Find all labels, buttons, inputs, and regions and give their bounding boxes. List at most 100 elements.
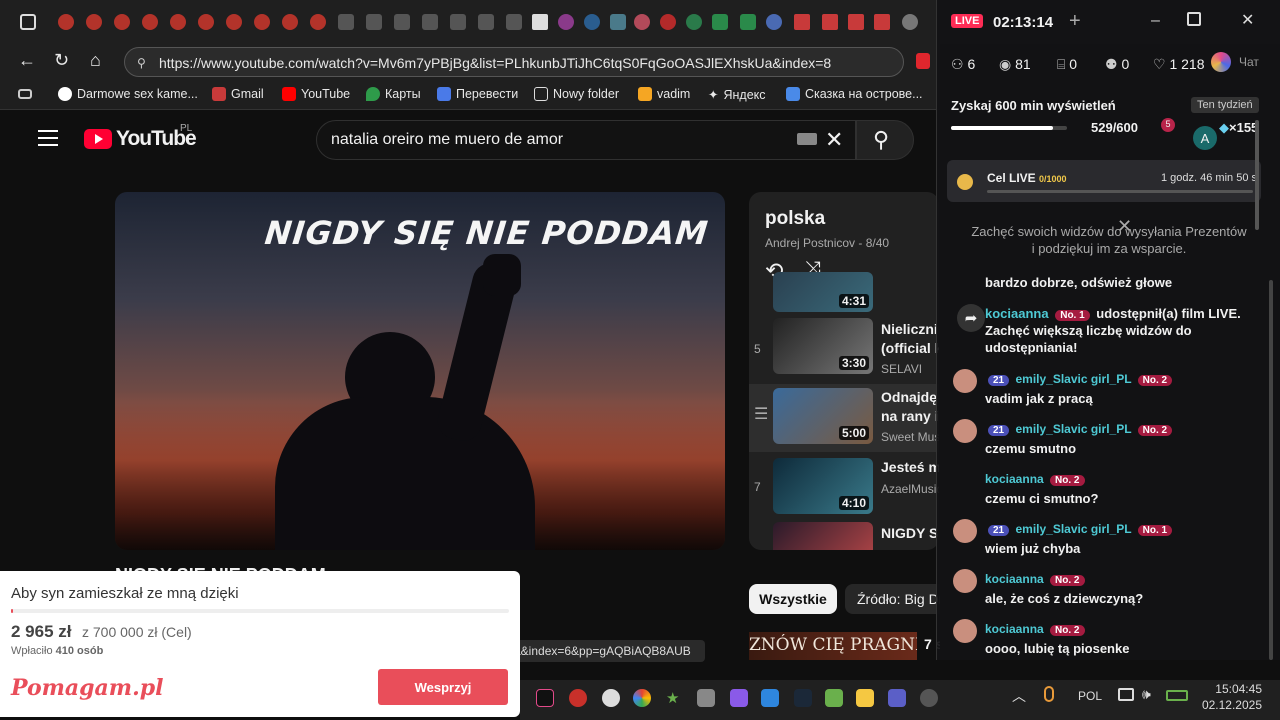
bookmark-item[interactable]: Gmail	[212, 87, 264, 101]
microphone-icon[interactable]	[1044, 686, 1054, 702]
tab-favicon-icon[interactable]	[170, 14, 186, 30]
tab-actions-icon[interactable]	[20, 14, 36, 30]
bookmark-item[interactable]: YouTube	[282, 87, 350, 101]
chrome-icon[interactable]	[633, 689, 651, 707]
app-icon[interactable]	[920, 689, 938, 707]
tab-hd-icon[interactable]	[338, 14, 354, 30]
extension-icon[interactable]	[916, 53, 930, 69]
battery-icon[interactable]	[1166, 690, 1188, 701]
chip-all[interactable]: Wszystkie	[749, 584, 837, 614]
recommended-thumbnail[interactable]: ZNÓW CIĘ PRAGNIE	[749, 632, 917, 660]
tab-pinterest-icon[interactable]	[634, 14, 650, 30]
playlist-item-current[interactable]: ☰ 5:00 Odnajdę Cię na rany i hymn Sweet …	[749, 384, 939, 452]
tab-hd-icon[interactable]	[506, 14, 522, 30]
app-icon[interactable]	[697, 689, 715, 707]
tab-favicon-icon[interactable]	[58, 14, 74, 30]
tab-steam-icon[interactable]	[584, 14, 600, 30]
tab-info-icon[interactable]	[902, 14, 918, 30]
bookmark-item[interactable]: Сказка на острове...	[786, 87, 923, 101]
tab-clapper-icon[interactable]	[532, 14, 548, 30]
playlist-item[interactable]: 5 3:30 Nieliczni [Kr (official klip) 202…	[749, 316, 939, 384]
menu-icon[interactable]	[38, 130, 58, 146]
tab-l-icon[interactable]	[712, 14, 728, 30]
tab-hd-icon[interactable]	[478, 14, 494, 30]
tab-hd-icon[interactable]	[450, 14, 466, 30]
app-icon[interactable]	[825, 689, 843, 707]
tab-favicon-icon[interactable]	[282, 14, 298, 30]
tiktok-icon[interactable]	[536, 689, 554, 707]
avatar[interactable]	[953, 619, 977, 643]
bookmark-item[interactable]: Darmowe sex kame...	[58, 87, 198, 101]
teams-icon[interactable]	[888, 689, 906, 707]
avatar[interactable]	[953, 419, 977, 443]
clear-search-icon[interactable]: ✕	[825, 127, 843, 153]
video-player[interactable]: NIGDY SIĘ NIE PODDAM	[115, 192, 725, 550]
playlist-title[interactable]: polska	[765, 208, 825, 230]
volume-icon[interactable]: 🕪	[1142, 686, 1151, 703]
tab-favicon-icon[interactable]	[310, 14, 326, 30]
star-app-icon[interactable]: ★	[666, 689, 684, 707]
tab-favicon-icon[interactable]	[558, 14, 574, 30]
avatar[interactable]	[953, 519, 977, 543]
tab-favicon-icon[interactable]	[114, 14, 130, 30]
tab-favicon-icon[interactable]	[610, 14, 626, 30]
tab-favicon-icon[interactable]	[86, 14, 102, 30]
youtube-logo-icon[interactable]	[84, 129, 112, 149]
avatar[interactable]	[953, 369, 977, 393]
support-button[interactable]: Wesprzyj	[378, 669, 508, 705]
tab-hd-icon[interactable]	[366, 14, 382, 30]
keyboard-icon[interactable]	[797, 133, 817, 145]
bookmark-item[interactable]: ✦ Яндекс	[708, 87, 766, 103]
monitor-icon[interactable]	[1118, 688, 1134, 701]
bookmarks-toggle-icon[interactable]	[18, 89, 32, 99]
photos-icon[interactable]	[761, 689, 779, 707]
tab-gmail-icon[interactable]	[794, 14, 810, 30]
clock-date[interactable]: 02.12.2025	[1200, 698, 1262, 712]
bookmark-item[interactable]: Карты	[366, 87, 421, 101]
site-info-icon[interactable]: ⚲	[137, 56, 146, 70]
steam-icon[interactable]	[794, 689, 812, 707]
bookmark-item[interactable]: Перевести	[437, 87, 518, 101]
tab-favicon-icon[interactable]	[254, 14, 270, 30]
bookmark-item[interactable]: vadim	[638, 87, 690, 101]
scrollbar[interactable]	[1255, 120, 1259, 230]
tab-hd-icon[interactable]	[394, 14, 410, 30]
chat-scrollbar[interactable]	[1269, 280, 1273, 660]
minimize-icon[interactable]: –	[1151, 12, 1160, 30]
app-icon[interactable]	[569, 689, 587, 707]
chip-source[interactable]: Źródło: Big Dragon	[845, 584, 940, 614]
tab-favicon-icon[interactable]	[198, 14, 214, 30]
tab-favicon-icon[interactable]	[226, 14, 242, 30]
popout-icon[interactable]	[1187, 12, 1201, 26]
language-indicator[interactable]: POL	[1078, 689, 1102, 703]
add-icon[interactable]: +	[1069, 10, 1081, 33]
reload-icon[interactable]: ↻	[54, 50, 69, 71]
tab-favicon-icon[interactable]	[660, 14, 676, 30]
tab-l-icon[interactable]	[740, 14, 756, 30]
drag-handle-icon[interactable]: ☰	[754, 404, 768, 424]
home-icon[interactable]: ⌂	[90, 50, 101, 71]
bookmark-item[interactable]: Nowy folder	[534, 87, 619, 101]
app-icon[interactable]	[856, 689, 874, 707]
tab-favicon-icon[interactable]	[142, 14, 158, 30]
app-icon[interactable]	[730, 689, 748, 707]
search-button[interactable]: ⚲	[856, 120, 914, 160]
search-input[interactable]: natalia oreiro me muero de amor ✕	[316, 120, 856, 160]
app-icon[interactable]	[602, 689, 620, 707]
tab-hd-icon[interactable]	[422, 14, 438, 30]
tab-favicon-icon[interactable]	[766, 14, 782, 30]
tab-gmail-icon[interactable]	[874, 14, 890, 30]
playlist-item[interactable]: 7 4:10 Jesteś mój, jes AzaelMusicPL	[749, 454, 939, 522]
close-icon[interactable]: ✕	[1241, 10, 1254, 30]
tray-chevron-icon[interactable]: ︿	[1012, 686, 1026, 706]
tab-gmail-icon[interactable]	[848, 14, 864, 30]
tab-favicon-icon[interactable]	[686, 14, 702, 30]
url-bar[interactable]: ⚲ https://www.youtube.com/watch?v=Mv6m7y…	[124, 47, 904, 77]
back-icon[interactable]: ←	[18, 50, 36, 71]
chat-logo-icon[interactable]	[1211, 52, 1231, 72]
goal-period[interactable]: Ten tydzień	[1191, 97, 1259, 113]
tab-gmail-icon[interactable]	[822, 14, 838, 30]
cel-live-card[interactable]: Cel LIVE 0/1000 1 godz. 46 min 50 s	[947, 160, 1261, 202]
clock-time[interactable]: 15:04:45	[1210, 682, 1262, 696]
avatar[interactable]: A	[1193, 126, 1217, 150]
